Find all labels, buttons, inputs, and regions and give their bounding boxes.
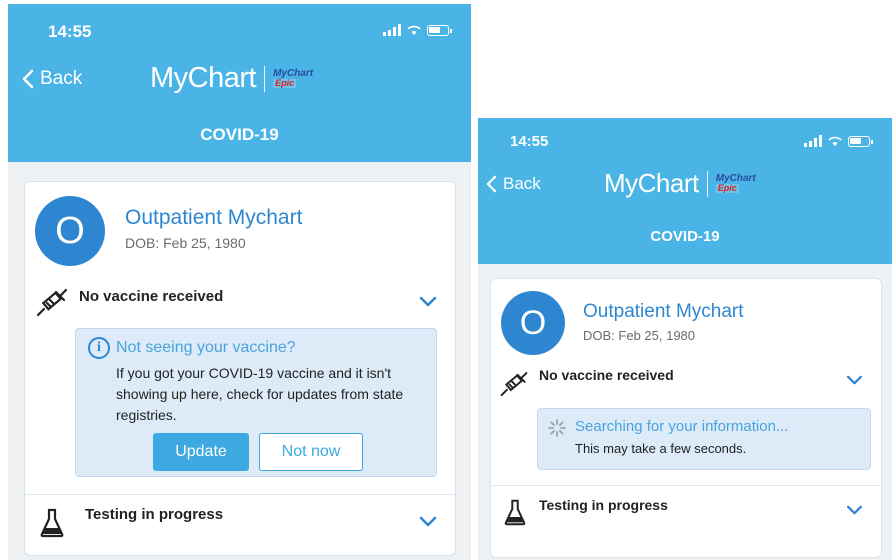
logo-wordmark: MyChart bbox=[150, 62, 257, 94]
chevron-down-icon[interactable] bbox=[419, 296, 437, 307]
update-button[interactable]: Update bbox=[153, 433, 249, 471]
chevron-down-icon[interactable] bbox=[846, 505, 863, 515]
vaccine-notice: i Not seeing your vaccine? If you got yo… bbox=[75, 328, 437, 477]
patient-dob: DOB: Feb 25, 1980 bbox=[583, 328, 696, 343]
battery-icon bbox=[848, 135, 873, 147]
notice-text: If you got your COVID-19 vaccine and it … bbox=[116, 365, 404, 423]
searching-subtext: This may take a few seconds. bbox=[575, 441, 747, 456]
syringe-icon bbox=[500, 372, 528, 397]
wifi-icon bbox=[828, 136, 842, 146]
info-icon: i bbox=[88, 337, 110, 359]
back-chevron-icon bbox=[22, 69, 34, 89]
flask-icon bbox=[504, 499, 526, 526]
status-time: 14:55 bbox=[510, 133, 549, 150]
phone-screen-2: 14:55 Back MyChart MyChart Epic COVID-19… bbox=[478, 118, 892, 560]
covid-card: O Outpatient Mychart DOB: Feb 25, 1980 N… bbox=[490, 278, 882, 558]
avatar: O bbox=[35, 196, 105, 266]
mychart-logo: MyChart MyChart Epic bbox=[604, 168, 756, 199]
back-label: Back bbox=[40, 68, 83, 89]
app-header: 14:55 Back MyChart MyChart Epic COVID-19 bbox=[478, 118, 892, 264]
patient-name: Outpatient Mychart bbox=[583, 301, 744, 322]
phone-screen-1: 14:55 Back MyChart MyChart Epic COVID-19… bbox=[8, 4, 471, 560]
status-time: 14:55 bbox=[48, 22, 92, 41]
back-chevron-icon bbox=[486, 175, 497, 193]
signal-icon bbox=[804, 135, 822, 147]
patient-dob: DOB: Feb 25, 1980 bbox=[125, 235, 246, 251]
searching-title: Searching for your information... bbox=[575, 418, 789, 435]
spinner-icon bbox=[548, 419, 566, 437]
mychart-logo: MyChart MyChart Epic bbox=[150, 62, 313, 95]
battery-icon bbox=[427, 24, 452, 36]
epic-badge: MyChart Epic bbox=[273, 69, 313, 88]
divider bbox=[25, 494, 455, 495]
logo-divider bbox=[264, 65, 266, 92]
back-label: Back bbox=[503, 174, 541, 193]
patient-name: Outpatient Mychart bbox=[125, 206, 303, 229]
testing-row: Testing in progress bbox=[25, 500, 455, 550]
notice-title: Not seeing your vaccine? bbox=[116, 339, 296, 356]
flask-icon bbox=[40, 508, 64, 538]
app-header: 14:55 Back MyChart MyChart Epic COVID-19 bbox=[8, 4, 471, 162]
back-button[interactable]: Back bbox=[22, 68, 82, 90]
chevron-down-icon[interactable] bbox=[419, 516, 437, 527]
page-title: COVID-19 bbox=[650, 228, 720, 245]
syringe-icon bbox=[36, 288, 68, 317]
status-icons bbox=[383, 24, 452, 36]
testing-label: Testing in progress bbox=[539, 497, 668, 513]
wifi-icon bbox=[407, 25, 421, 35]
status-icons bbox=[804, 135, 873, 147]
vaccine-label: No vaccine received bbox=[539, 367, 674, 383]
page-title: COVID-19 bbox=[200, 125, 279, 144]
signal-icon bbox=[383, 24, 401, 36]
badge-bottom-text: Epic bbox=[715, 183, 739, 193]
logo-divider bbox=[706, 170, 708, 197]
covid-card: O Outpatient Mychart DOB: Feb 25, 1980 N… bbox=[24, 181, 456, 556]
chevron-down-icon[interactable] bbox=[846, 375, 863, 385]
epic-badge: MyChart Epic bbox=[715, 174, 756, 193]
testing-row: Testing in progress bbox=[491, 491, 881, 541]
divider bbox=[491, 485, 881, 486]
avatar: O bbox=[501, 291, 565, 355]
searching-notice: Searching for your information... This m… bbox=[537, 408, 871, 470]
badge-bottom-text: Epic bbox=[273, 78, 297, 88]
testing-label: Testing in progress bbox=[85, 506, 224, 523]
logo-wordmark: MyChart bbox=[604, 168, 699, 198]
not-now-button[interactable]: Not now bbox=[259, 433, 363, 471]
vaccine-label: No vaccine received bbox=[79, 288, 224, 305]
back-button[interactable]: Back bbox=[486, 174, 541, 194]
